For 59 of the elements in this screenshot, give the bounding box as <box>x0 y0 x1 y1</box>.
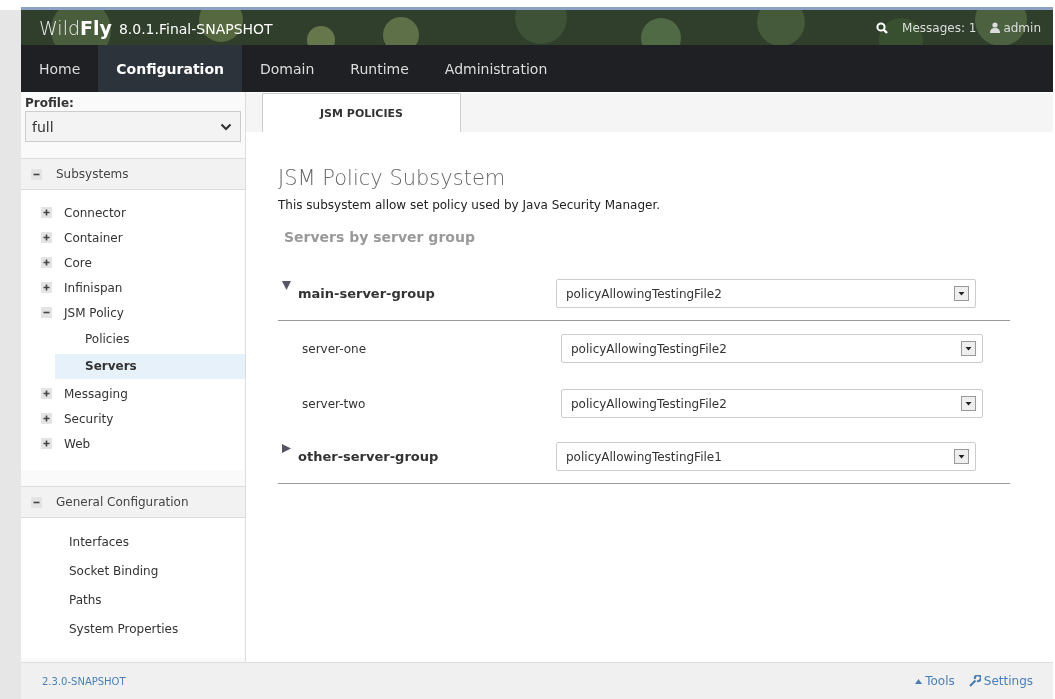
server-name: server-two <box>302 396 367 411</box>
version-text: 8.0.1.Final-SNAPSHOT <box>118 21 273 37</box>
plus-icon[interactable] <box>41 438 52 449</box>
version-link[interactable]: 2.3.0-SNAPSHOT <box>42 675 126 687</box>
nav-tab[interactable]: Home <box>21 45 99 92</box>
plus-icon[interactable] <box>41 257 52 268</box>
nav-link[interactable]: Socket Binding <box>21 557 245 586</box>
tab[interactable]: JSM POLICIES <box>262 93 461 132</box>
tree-item[interactable]: Core <box>64 255 92 270</box>
plus-icon[interactable] <box>41 413 52 424</box>
page-title: JSM Policy Subsystem <box>278 166 507 190</box>
nav-tab[interactable]: Configuration <box>98 45 242 92</box>
description-text: This subsystem allow set policy used by Java Security Manager. <box>278 198 662 212</box>
plus-icon[interactable] <box>41 232 52 243</box>
policy-dropdown[interactable]: policyAllowingTestingFile2 <box>561 389 983 418</box>
nav-tab[interactable]: Domain <box>242 45 333 92</box>
minus-icon[interactable] <box>31 496 42 508</box>
policy-dropdown[interactable]: policyAllowingTestingFile2 <box>556 279 976 308</box>
server-name: server-one <box>302 341 368 356</box>
policy-dropdown[interactable]: policyAllowingTestingFile1 <box>556 442 976 471</box>
policy-dropdown[interactable]: policyAllowingTestingFile2 <box>561 334 983 363</box>
tree-item[interactable]: JSM Policy <box>64 305 124 320</box>
tools-link[interactable]: Tools <box>915 674 955 688</box>
section-header[interactable]: Subsystems <box>21 158 245 190</box>
nav-tab[interactable]: Administration <box>426 45 566 92</box>
messages-link[interactable]: Messages: 1 <box>902 20 977 35</box>
group-name: main-server-group <box>298 286 436 301</box>
tree-item[interactable]: Security <box>64 411 114 426</box>
tree-item[interactable]: Policies <box>55 327 245 352</box>
minus-icon[interactable] <box>31 168 42 180</box>
tree-item[interactable]: Messaging <box>64 386 128 401</box>
profile-select[interactable]: full <box>25 111 241 142</box>
tree-item[interactable]: Web <box>64 436 91 451</box>
brand-logo: WildFly <box>39 16 112 39</box>
plus-icon[interactable] <box>41 388 52 399</box>
wrench-icon <box>968 675 981 687</box>
section-title: Servers by server group <box>284 229 476 245</box>
chevron-icon <box>220 122 232 131</box>
user-icon <box>990 22 1001 33</box>
group-name: other-server-group <box>298 449 440 464</box>
plus-icon[interactable] <box>41 282 52 293</box>
search-icon <box>876 21 889 34</box>
settings-link[interactable]: Settings <box>968 674 1033 688</box>
nav-link[interactable]: Paths <box>21 586 245 615</box>
tree-item[interactable]: Servers <box>55 354 245 379</box>
section-header[interactable]: General Configuration <box>21 486 245 518</box>
tree-item[interactable]: Infinispan <box>64 280 123 295</box>
nav-link[interactable]: System Properties <box>21 615 245 644</box>
profile-label: Profile: <box>24 95 75 111</box>
nav-tab[interactable]: Runtime <box>332 45 427 92</box>
nav-link[interactable]: Interfaces <box>21 528 245 557</box>
triangle-up-icon <box>915 678 923 684</box>
triangle-down-icon[interactable] <box>282 281 291 290</box>
triangle-right-icon[interactable] <box>282 444 291 453</box>
tree-item[interactable]: Container <box>64 230 123 245</box>
plus-icon[interactable] <box>41 207 52 218</box>
tree-item[interactable]: Connector <box>64 205 126 220</box>
minus-icon[interactable] <box>41 307 52 318</box>
user-link[interactable]: admin <box>1003 20 1041 35</box>
